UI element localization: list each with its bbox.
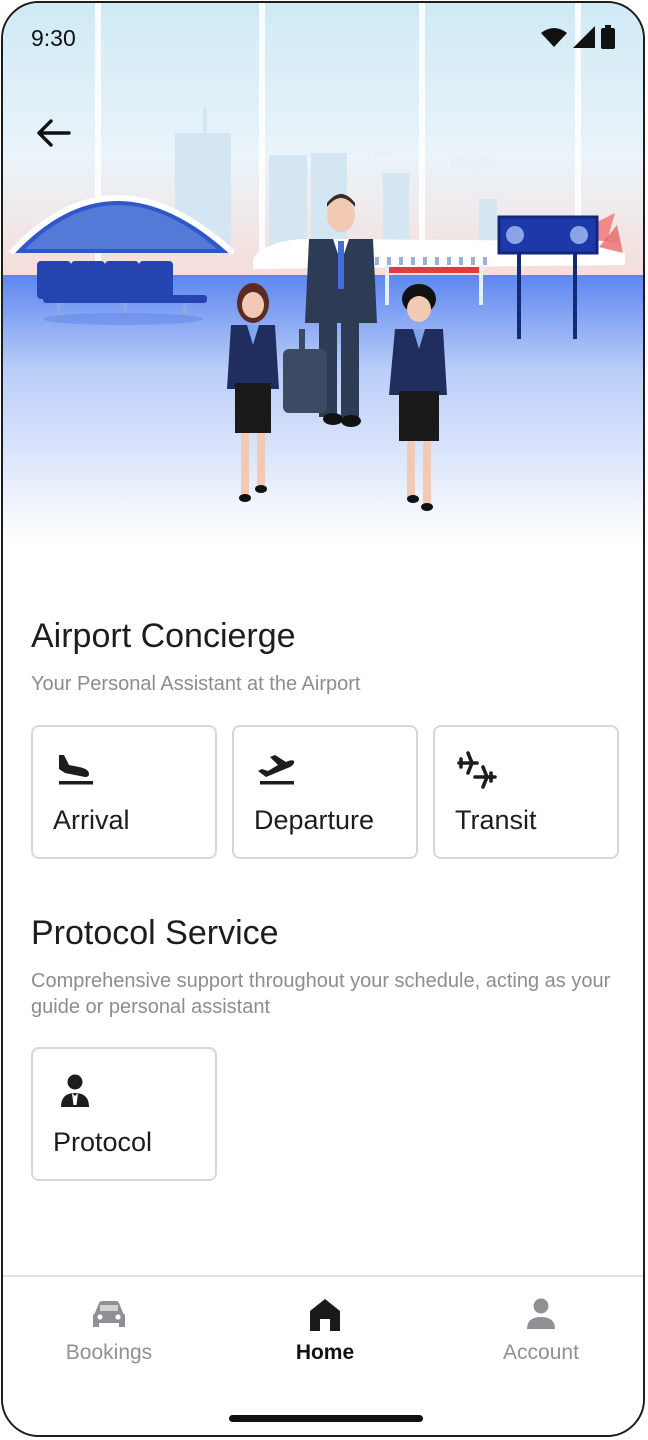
nav-home-label: Home (295, 1341, 355, 1364)
flight-takeoff-icon (258, 755, 295, 785)
phone-screen: 9:30 Airport Concierge Your Personal Ass… (1, 1, 645, 1437)
departure-label: Departure (254, 805, 375, 835)
status-icons (541, 25, 615, 49)
status-time: 9:30 (31, 25, 76, 51)
arrow-back-icon (37, 119, 71, 147)
airport-concierge-title: Airport Concierge (31, 617, 296, 655)
protocol-label: Protocol (53, 1127, 153, 1157)
airport-concierge-subtitle: Your Personal Assistant at the Airport (31, 673, 361, 695)
bottom-navigation: Bookings Home Account (3, 1275, 643, 1435)
person-icon (527, 1298, 555, 1329)
nav-home[interactable]: Home (225, 1295, 425, 1375)
transit-label: Transit (455, 805, 537, 835)
person-suit-icon (61, 1074, 89, 1107)
transit-card[interactable]: Transit (433, 725, 619, 859)
protocol-card[interactable]: Protocol (31, 1047, 217, 1181)
departure-card[interactable]: Departure (232, 725, 418, 859)
arrival-card[interactable]: Arrival (31, 725, 217, 859)
arrival-label: Arrival (53, 805, 130, 835)
nav-account-label: Account (503, 1341, 579, 1364)
nav-account[interactable]: Account (441, 1295, 641, 1375)
cellular-signal-icon (573, 26, 595, 48)
home-icon (310, 1299, 340, 1331)
connecting-flights-icon (457, 751, 497, 789)
home-indicator (229, 1415, 423, 1422)
wifi-icon (541, 28, 567, 47)
car-icon (93, 1301, 125, 1327)
protocol-service-title: Protocol Service (31, 914, 279, 952)
flight-land-icon (59, 755, 93, 785)
protocol-service-subtitle: Comprehensive support throughout your sc… (31, 970, 611, 1018)
back-button[interactable] (31, 111, 75, 155)
airport-hero-illustration (3, 3, 643, 543)
battery-icon (601, 25, 615, 49)
nav-bookings-label: Bookings (65, 1341, 153, 1364)
nav-bookings[interactable]: Bookings (9, 1295, 209, 1375)
